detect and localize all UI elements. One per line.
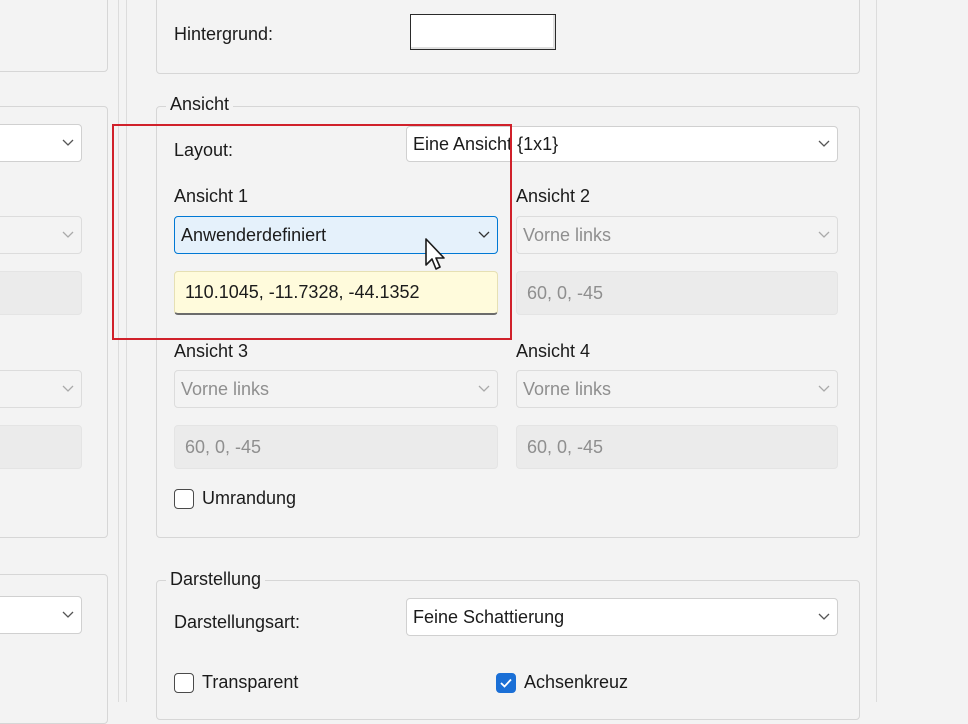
view3-select-value: Vorne links xyxy=(181,378,270,399)
transparent-checkbox[interactable]: Transparent xyxy=(174,672,298,693)
left-combo-4[interactable] xyxy=(0,596,82,634)
left-field-1 xyxy=(0,271,82,315)
darstellungsart-select-value: Feine Schattierung xyxy=(413,606,565,627)
chevron-down-icon xyxy=(811,231,837,239)
background-color-swatch[interactable] xyxy=(410,14,556,50)
chevron-down-icon xyxy=(55,385,81,393)
highlight-rectangle xyxy=(112,124,512,340)
left-combo-2 xyxy=(0,216,82,254)
ansicht-title: Ansicht xyxy=(166,94,234,115)
hintergrund-label: Hintergrund: xyxy=(174,24,274,44)
panel-separator xyxy=(118,0,119,702)
left-combo-1[interactable] xyxy=(0,124,82,162)
chevron-down-icon xyxy=(811,140,837,148)
checkmark-icon xyxy=(500,678,512,688)
view3-label: Ansicht 3 xyxy=(174,341,249,361)
view4-label: Ansicht 4 xyxy=(516,341,591,361)
achsenkreuz-label: Achsenkreuz xyxy=(524,672,629,692)
darstellung-title: Darstellung xyxy=(166,569,266,590)
panel-right-edge xyxy=(876,0,877,702)
checkbox-checked[interactable] xyxy=(496,672,516,693)
view4-select: Vorne links xyxy=(516,370,838,408)
mouse-cursor-icon xyxy=(424,237,450,278)
achsenkreuz-checkbox[interactable]: Achsenkreuz xyxy=(496,672,628,693)
left-groupbox-top xyxy=(0,0,108,72)
umrandung-label: Umrandung xyxy=(202,488,297,508)
chevron-down-icon xyxy=(55,611,81,619)
chevron-down-icon xyxy=(811,385,837,393)
view4-coords-field: 60, 0, -45 xyxy=(516,425,838,469)
chevron-down-icon xyxy=(55,231,81,239)
view2-label: Ansicht 2 xyxy=(516,186,591,206)
darstellungsart-select[interactable]: Feine Schattierung xyxy=(406,598,838,636)
umrandung-checkbox[interactable]: Umrandung xyxy=(174,488,296,509)
chevron-down-icon xyxy=(811,613,837,621)
left-combo-3 xyxy=(0,370,82,408)
chevron-down-icon xyxy=(55,139,81,147)
view3-coords-field: 60, 0, -45 xyxy=(174,425,498,469)
panel-separator xyxy=(126,0,127,702)
view4-select-value: Vorne links xyxy=(523,378,612,399)
view2-select: Vorne links xyxy=(516,216,838,254)
darstellungsart-label: Darstellungsart: xyxy=(174,612,301,632)
left-groupbox-middle xyxy=(0,106,108,538)
view2-coords-field: 60, 0, -45 xyxy=(516,271,838,315)
view2-select-value: Vorne links xyxy=(523,224,612,245)
view3-select: Vorne links xyxy=(174,370,498,408)
left-field-2 xyxy=(0,425,82,469)
checkbox-box[interactable] xyxy=(174,488,194,509)
checkbox-box[interactable] xyxy=(174,672,194,693)
chevron-down-icon xyxy=(471,385,497,393)
transparent-label: Transparent xyxy=(202,672,299,692)
